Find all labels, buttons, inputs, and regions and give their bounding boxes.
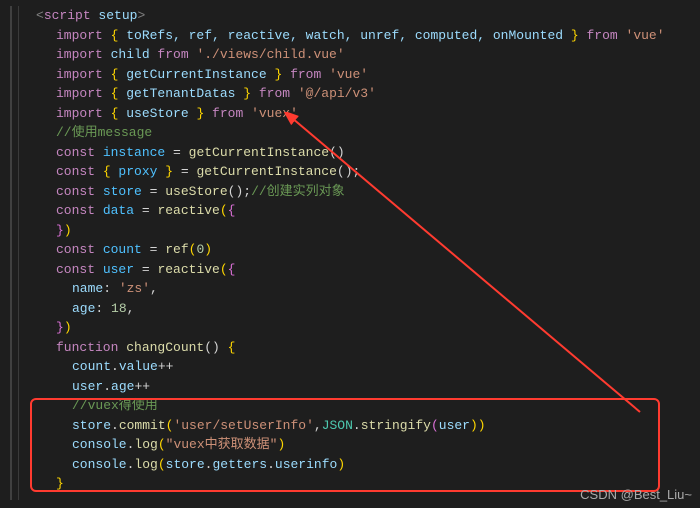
code-line: }) — [16, 318, 700, 338]
code-editor[interactable]: <script setup> import { toRefs, ref, rea… — [0, 0, 700, 500]
code-line: const data = reactive({ — [16, 201, 700, 221]
code-line: console.log(store.getters.userinfo) — [16, 455, 700, 475]
code-line: import { useStore } from 'vuex' — [16, 104, 700, 124]
code-line: //vuex得使用 — [16, 396, 700, 416]
code-line: const instance = getCurrentInstance() — [16, 143, 700, 163]
code-line: name: 'zs', — [16, 279, 700, 299]
code-line: }) — [16, 221, 700, 241]
code-line: import { toRefs, ref, reactive, watch, u… — [16, 26, 700, 46]
code-line: count.value++ — [16, 357, 700, 377]
code-line: age: 18, — [16, 299, 700, 319]
code-line: import { getTenantDatas } from '@/api/v3… — [16, 84, 700, 104]
code-line: //使用message — [16, 123, 700, 143]
code-line: const { proxy } = getCurrentInstance(); — [16, 162, 700, 182]
code-line: import { getCurrentInstance } from 'vue' — [16, 65, 700, 85]
code-line: store.commit('user/setUserInfo',JSON.str… — [16, 416, 700, 436]
indent-guide — [18, 6, 19, 500]
watermark: CSDN @Best_Liu~ — [580, 485, 692, 505]
code-line: const count = ref(0) — [16, 240, 700, 260]
code-line: function changCount() { — [16, 338, 700, 358]
code-line: <script setup> — [16, 6, 700, 26]
code-line: user.age++ — [16, 377, 700, 397]
code-line: console.log("vuex中获取数据") — [16, 435, 700, 455]
code-line: import child from './views/child.vue' — [16, 45, 700, 65]
code-line: const store = useStore();//创建实列对象 — [16, 182, 700, 202]
code-line: const user = reactive({ — [16, 260, 700, 280]
indent-guide — [10, 6, 12, 500]
